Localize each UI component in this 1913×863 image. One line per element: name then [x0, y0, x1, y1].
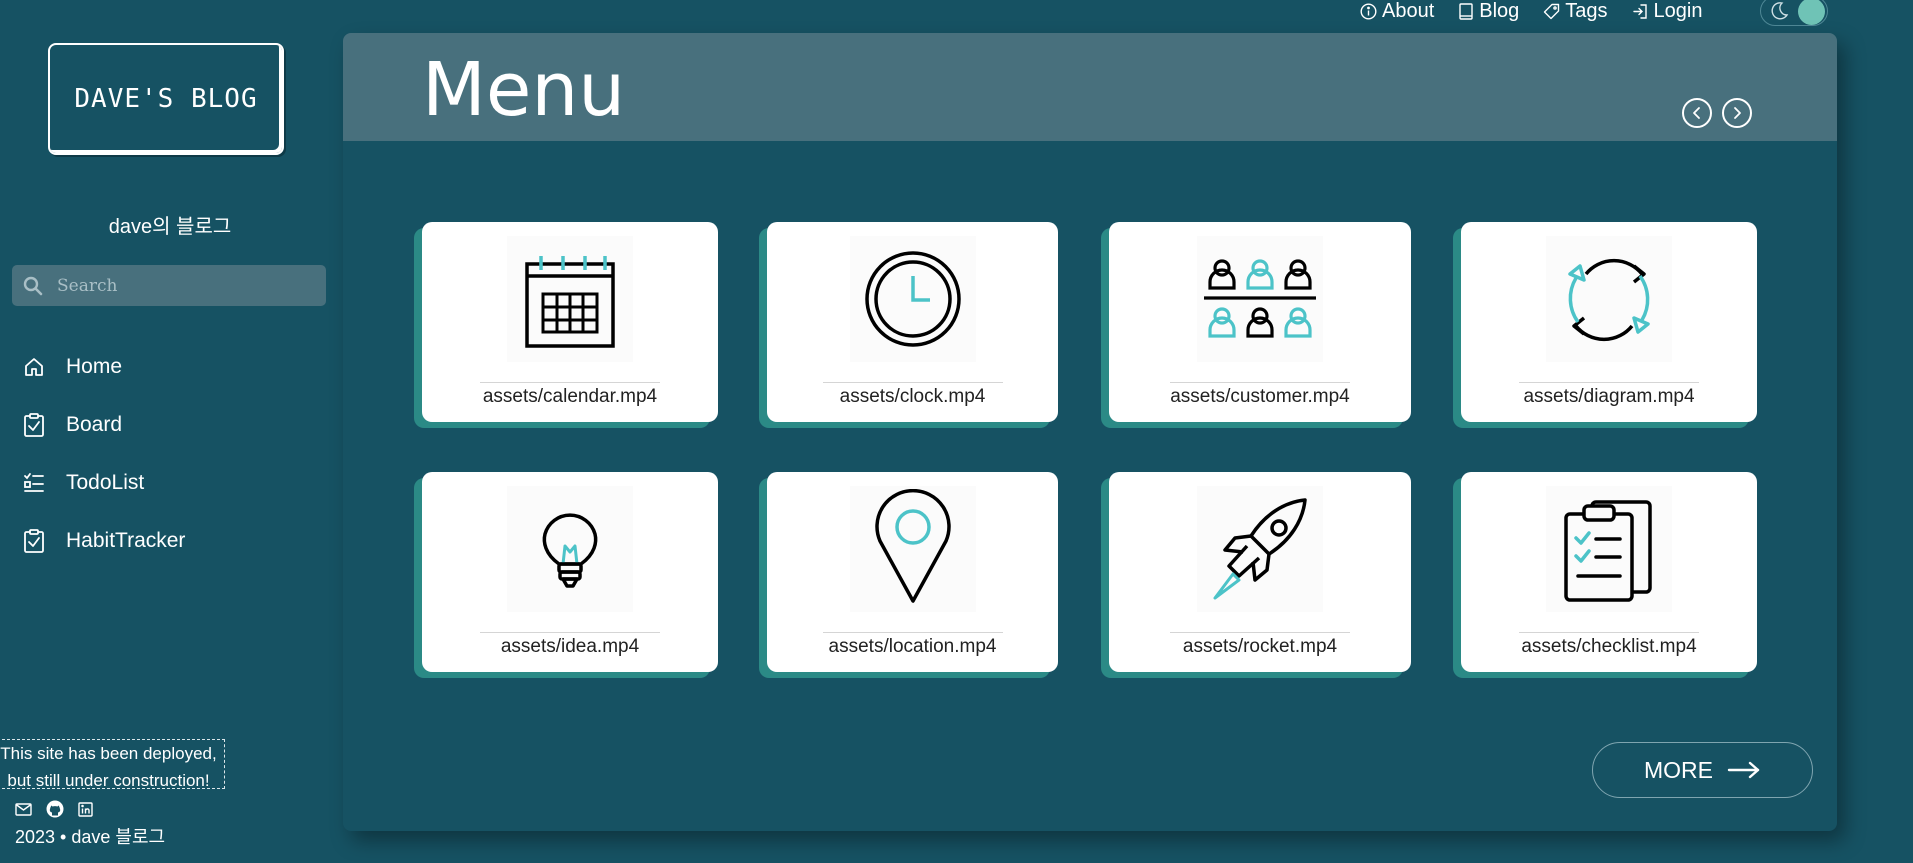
notice-line: This site has been deployed, [0, 744, 217, 763]
next-button[interactable] [1722, 98, 1752, 128]
clock-icon [849, 236, 976, 362]
card-wrapper: assets/location.mp4 [759, 472, 1058, 678]
blog-logo[interactable]: DAVE'S BLOG [48, 43, 284, 155]
rocket-icon [1197, 486, 1323, 612]
media-card-diagram[interactable]: assets/diagram.mp4 [1461, 222, 1757, 422]
card-caption: assets/rocket.mp4 [1182, 636, 1338, 657]
nav-tags-label: Tags [1565, 0, 1608, 22]
nav-tags[interactable]: Tags [1543, 0, 1608, 23]
lightbulb-icon [507, 486, 633, 612]
list-check-icon [20, 469, 48, 497]
checklist-icon [1546, 486, 1672, 612]
top-nav: About Blog Tags Login [1360, 0, 1702, 22]
customer-icon [1197, 236, 1323, 362]
social-links [15, 800, 93, 818]
sidebar-item-board[interactable]: Board [20, 396, 185, 454]
card-divider [1170, 382, 1350, 383]
mail-icon[interactable] [15, 802, 32, 816]
card-wrapper: assets/calendar.mp4 [414, 222, 718, 428]
login-icon [1632, 3, 1647, 19]
prev-button[interactable] [1682, 98, 1712, 128]
card-divider [822, 382, 1003, 383]
card-caption: assets/clock.mp4 [839, 386, 986, 407]
sidebar-item-label: HabitTracker [66, 529, 186, 552]
more-button[interactable]: MORE [1592, 742, 1813, 798]
clipboard-check-icon [20, 411, 48, 439]
cycle-diagram-icon [1546, 236, 1672, 362]
notice-line: but still under construction! [7, 771, 210, 789]
theme-toggle[interactable] [1760, 0, 1828, 26]
construction-notice: This site has been deployed, but still u… [0, 739, 225, 789]
card-divider [822, 632, 1003, 633]
logo-text: DAVE'S BLOG [74, 84, 258, 114]
location-pin-icon [849, 486, 976, 612]
github-icon[interactable] [46, 800, 64, 818]
card-wrapper: assets/idea.mp4 [414, 472, 718, 678]
tag-icon [1544, 3, 1560, 19]
sidebar: DAVE'S BLOG dave의 블로그 Home [0, 0, 340, 863]
moon-icon [1771, 2, 1789, 20]
search-icon [23, 276, 43, 295]
nav-login-label: Login [1653, 0, 1703, 22]
card-caption: assets/customer.mp4 [1170, 386, 1350, 407]
arrow-right-icon [1727, 761, 1760, 779]
chevron-left-icon [1693, 107, 1700, 119]
card-caption: assets/location.mp4 [828, 636, 997, 657]
sidebar-nav: Home Board TodoList HabitTracker [20, 338, 185, 570]
card-caption: assets/calendar.mp4 [482, 386, 658, 407]
nav-login[interactable]: Login [1632, 0, 1703, 23]
card-divider [480, 382, 660, 383]
card-divider [1519, 632, 1699, 633]
nav-about-label: About [1382, 0, 1435, 22]
media-card-customer[interactable]: assets/customer.mp4 [1109, 222, 1411, 422]
sidebar-item-label: TodoList [66, 471, 145, 494]
blog-subtitle: dave의 블로그 [108, 216, 232, 238]
card-wrapper: assets/rocket.mp4 [1101, 472, 1411, 678]
card-divider [1170, 632, 1350, 633]
book-icon [1459, 2, 1473, 20]
more-button-label: MORE [1644, 756, 1713, 783]
media-card-clock[interactable]: assets/clock.mp4 [767, 222, 1058, 422]
page-title: Menu [422, 47, 626, 133]
info-icon [1360, 2, 1377, 20]
menu-panel: Menu assets/calendar.mp4 assets/clock.mp… [343, 33, 1837, 831]
sidebar-item-habittracker[interactable]: HabitTracker [20, 512, 185, 570]
home-icon [20, 353, 48, 381]
sidebar-item-todolist[interactable]: TodoList [20, 454, 185, 512]
chevron-right-icon [1734, 107, 1741, 119]
search-input[interactable] [55, 274, 309, 297]
card-divider [1519, 382, 1699, 383]
nav-blog-label: Blog [1479, 0, 1520, 22]
card-wrapper: assets/clock.mp4 [759, 222, 1058, 428]
sidebar-item-label: Home [66, 355, 123, 378]
nav-about[interactable]: About [1360, 0, 1434, 23]
nav-blog[interactable]: Blog [1458, 0, 1519, 23]
card-wrapper: assets/customer.mp4 [1101, 222, 1411, 428]
card-caption: assets/checklist.mp4 [1521, 636, 1697, 657]
clipboard-check-icon [20, 527, 48, 555]
media-card-calendar[interactable]: assets/calendar.mp4 [422, 222, 718, 422]
calendar-icon [507, 236, 633, 362]
panel-header: Menu [343, 33, 1837, 141]
sidebar-item-home[interactable]: Home [20, 338, 185, 396]
copyright: 2023 • dave 블로그 [15, 827, 166, 847]
media-card-idea[interactable]: assets/idea.mp4 [422, 472, 718, 672]
media-card-checklist[interactable]: assets/checklist.mp4 [1461, 472, 1757, 672]
linkedin-icon[interactable] [78, 801, 93, 817]
card-caption: assets/diagram.mp4 [1523, 386, 1695, 407]
card-wrapper: assets/diagram.mp4 [1453, 222, 1757, 428]
media-card-location[interactable]: assets/location.mp4 [767, 472, 1058, 672]
sidebar-item-label: Board [66, 413, 123, 436]
card-wrapper: assets/checklist.mp4 [1453, 472, 1757, 678]
media-card-rocket[interactable]: assets/rocket.mp4 [1109, 472, 1411, 672]
toggle-knob [1798, 0, 1825, 25]
card-divider [480, 632, 660, 633]
card-caption: assets/idea.mp4 [500, 636, 640, 657]
search-box[interactable] [12, 265, 326, 306]
